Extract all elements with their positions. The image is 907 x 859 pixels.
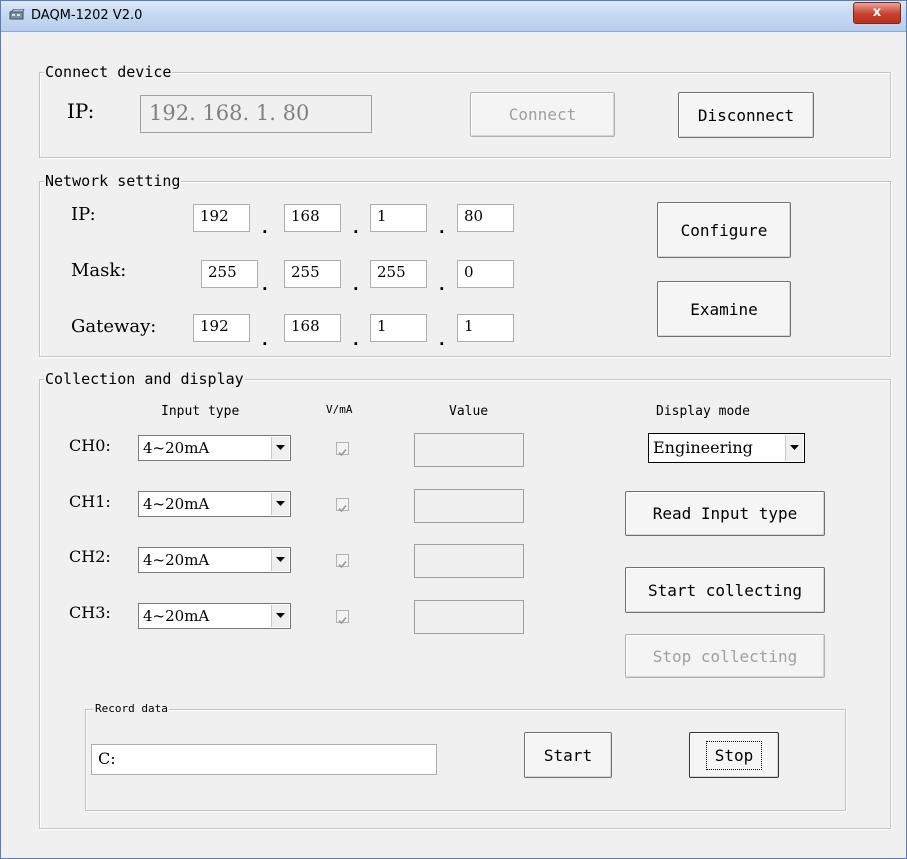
ch1-input-type-value: 4~20mA bbox=[143, 495, 210, 513]
gateway-dot-3: . bbox=[437, 330, 447, 349]
window-title: DAQM-1202 V2.0 bbox=[31, 8, 143, 23]
disconnect-button[interactable]: Disconnect bbox=[678, 92, 814, 138]
ch0-label: CH0: bbox=[69, 436, 111, 455]
mask-dot-1: . bbox=[260, 275, 270, 294]
network-adapter-icon bbox=[9, 9, 25, 20]
mask-octet-4[interactable]: 0 bbox=[457, 260, 514, 288]
ch1-input-type-select[interactable]: 4~20mA bbox=[138, 491, 291, 517]
display-mode-select[interactable]: Engineering bbox=[648, 433, 805, 463]
checkmark-icon bbox=[338, 560, 347, 569]
ip-octet-4[interactable]: 80 bbox=[457, 204, 514, 232]
ch2-value-field bbox=[414, 544, 524, 578]
record-data-legend: Record data bbox=[94, 702, 169, 716]
gateway-octet-4[interactable]: 1 bbox=[457, 314, 514, 342]
checkmark-icon bbox=[338, 504, 347, 513]
mask-octet-3[interactable]: 255 bbox=[370, 260, 427, 288]
mask-dot-3: . bbox=[437, 275, 447, 294]
chevron-down-icon[interactable] bbox=[271, 605, 289, 627]
ch3-vma-checkbox[interactable] bbox=[336, 610, 349, 625]
start-collecting-button[interactable]: Start collecting bbox=[625, 567, 825, 613]
gateway-octet-3[interactable]: 1 bbox=[370, 314, 427, 342]
ip-octet-2[interactable]: 168 bbox=[284, 204, 341, 232]
input-type-header: Input type bbox=[161, 404, 240, 419]
connect-ip-label: IP: bbox=[67, 99, 95, 123]
stop-collecting-button[interactable]: Stop collecting bbox=[625, 634, 825, 678]
ch0-value-field bbox=[414, 433, 524, 467]
record-stop-button[interactable]: Stop bbox=[689, 732, 779, 778]
chevron-down-icon[interactable] bbox=[271, 437, 289, 459]
connect-button[interactable]: Connect bbox=[470, 92, 615, 137]
close-button[interactable]: x bbox=[853, 2, 901, 24]
app-window: DAQM-1202 V2.0 x Connect device IP: 192.… bbox=[0, 0, 907, 859]
ip-octet-1[interactable]: 192 bbox=[193, 204, 250, 232]
ch3-input-type-value: 4~20mA bbox=[143, 607, 210, 625]
ch0-input-type-value: 4~20mA bbox=[143, 439, 210, 457]
mask-octet-2[interactable]: 255 bbox=[284, 260, 341, 288]
ip-dot-2: . bbox=[351, 218, 361, 237]
vma-header: V/mA bbox=[326, 403, 353, 416]
network-setting-legend: Network setting bbox=[44, 172, 182, 190]
configure-button[interactable]: Configure bbox=[657, 202, 791, 258]
examine-button[interactable]: Examine bbox=[657, 281, 791, 337]
gateway-octet-2[interactable]: 168 bbox=[284, 314, 341, 342]
ch2-input-type-select[interactable]: 4~20mA bbox=[138, 547, 291, 573]
ip-octet-3[interactable]: 1 bbox=[370, 204, 427, 232]
ch1-value-field bbox=[414, 489, 524, 523]
network-gateway-label: Gateway: bbox=[71, 316, 157, 337]
ch2-input-type-value: 4~20mA bbox=[143, 551, 210, 569]
ip-dot-1: . bbox=[260, 218, 270, 237]
connect-device-legend: Connect device bbox=[44, 63, 173, 81]
ch3-value-field bbox=[414, 600, 524, 634]
value-header: Value bbox=[449, 404, 489, 419]
close-icon: x bbox=[872, 5, 882, 20]
record-stop-label: Stop bbox=[705, 740, 763, 770]
record-path-field[interactable]: C: bbox=[91, 744, 437, 775]
ch3-label: CH3: bbox=[69, 603, 111, 622]
read-input-type-button[interactable]: Read Input type bbox=[625, 491, 825, 536]
ch2-label: CH2: bbox=[69, 547, 111, 566]
checkmark-icon bbox=[338, 616, 347, 625]
display-mode-value: Engineering bbox=[653, 438, 753, 457]
network-ip-label: IP: bbox=[71, 204, 96, 225]
title-bar[interactable]: DAQM-1202 V2.0 x bbox=[1, 1, 906, 32]
gateway-dot-1: . bbox=[260, 330, 270, 349]
ch0-input-type-select[interactable]: 4~20mA bbox=[138, 435, 291, 461]
ch1-label: CH1: bbox=[69, 492, 111, 511]
connect-ip-field[interactable]: 192. 168. 1. 80 bbox=[140, 95, 372, 133]
ch2-vma-checkbox[interactable] bbox=[336, 554, 349, 569]
mask-octet-1[interactable]: 255 bbox=[201, 260, 258, 288]
checkmark-icon bbox=[338, 448, 347, 457]
collection-display-legend: Collection and display bbox=[44, 370, 245, 388]
record-start-button[interactable]: Start bbox=[524, 732, 612, 778]
gateway-dot-2: . bbox=[351, 330, 361, 349]
ch3-input-type-select[interactable]: 4~20mA bbox=[138, 603, 291, 629]
ch1-vma-checkbox[interactable] bbox=[336, 498, 349, 513]
chevron-down-icon[interactable] bbox=[271, 493, 289, 515]
ip-dot-3: . bbox=[437, 218, 447, 237]
dialog-client: Connect device IP: 192. 168. 1. 80 Conne… bbox=[9, 32, 898, 851]
chevron-down-icon[interactable] bbox=[271, 549, 289, 571]
ch0-vma-checkbox[interactable] bbox=[336, 442, 349, 457]
gateway-octet-1[interactable]: 192 bbox=[193, 314, 250, 342]
display-mode-header: Display mode bbox=[656, 404, 750, 419]
mask-dot-2: . bbox=[351, 275, 361, 294]
chevron-down-icon[interactable] bbox=[785, 435, 803, 461]
network-mask-label: Mask: bbox=[71, 260, 127, 281]
